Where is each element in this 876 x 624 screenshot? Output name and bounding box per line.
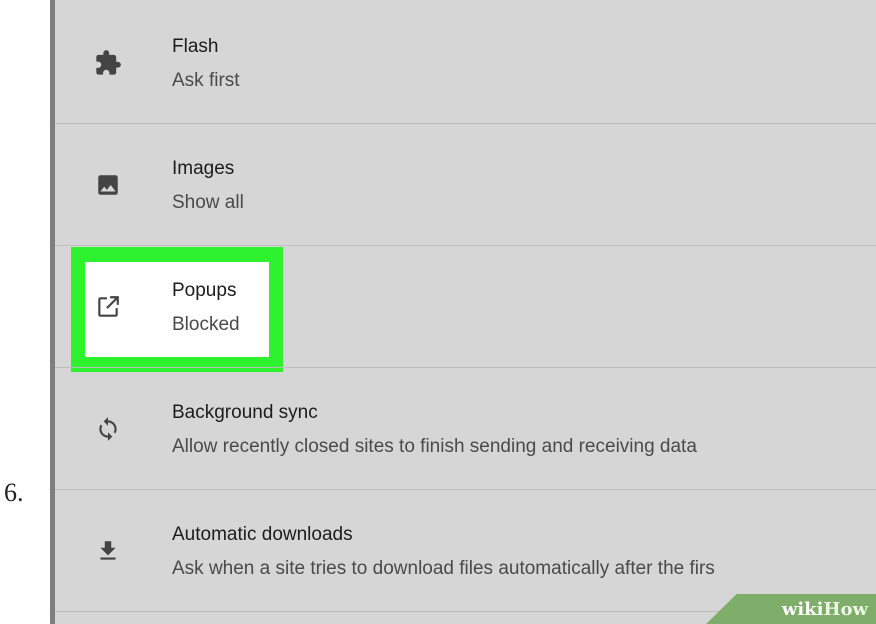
settings-item-popups[interactable]: Popups Blocked	[55, 246, 876, 368]
site-settings-panel: Flash Ask first Images Show all Popups B…	[50, 0, 876, 624]
settings-item-subtitle: Ask when a site tries to download files …	[172, 558, 715, 579]
puzzle-icon	[93, 48, 123, 78]
settings-item-flash[interactable]: Flash Ask first	[55, 2, 876, 124]
image-icon	[93, 170, 123, 200]
settings-item-title: Popups	[172, 280, 237, 301]
settings-item-images[interactable]: Images Show all	[55, 124, 876, 246]
settings-item-subtitle: Ask first	[172, 70, 240, 91]
settings-item-subtitle: Show all	[172, 192, 244, 213]
watermark-how: How	[823, 598, 868, 620]
settings-item-subtitle: Blocked	[172, 314, 240, 335]
settings-item-subtitle: Allow recently closed sites to finish se…	[172, 436, 697, 457]
settings-item-title: Automatic downloads	[172, 524, 353, 545]
watermark-wiki: wiki	[781, 598, 824, 620]
settings-item-title: Flash	[172, 36, 219, 57]
settings-item-background-sync[interactable]: Background sync Allow recently closed si…	[55, 368, 876, 490]
download-icon	[93, 536, 123, 566]
open-in-new-icon	[93, 292, 123, 322]
settings-item-title: Images	[172, 158, 235, 179]
settings-item-automatic-downloads[interactable]: Automatic downloads Ask when a site trie…	[55, 490, 876, 612]
settings-item-title: Background sync	[172, 402, 318, 423]
step-number: 6.	[4, 478, 24, 507]
sync-icon	[93, 414, 123, 444]
